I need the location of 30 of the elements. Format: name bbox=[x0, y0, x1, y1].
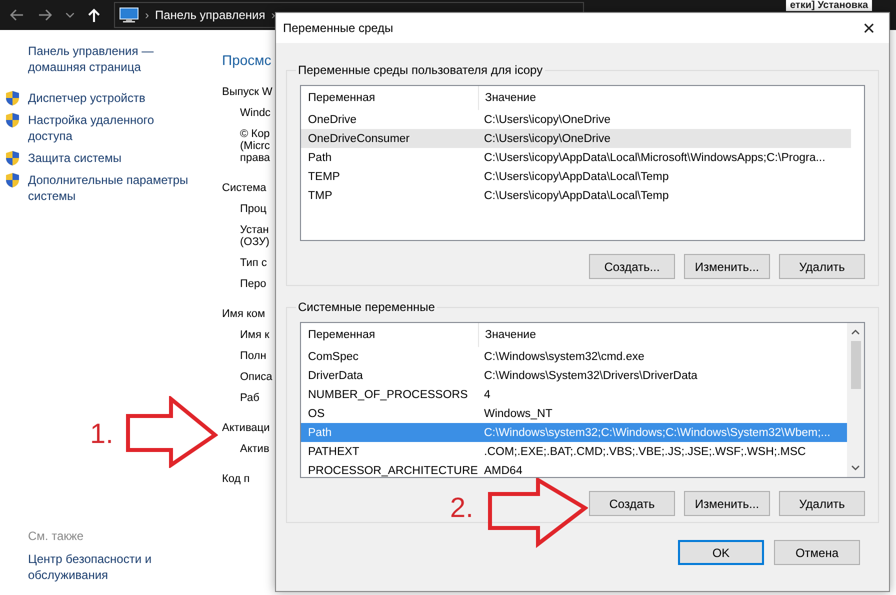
section-label: Активаци bbox=[222, 422, 271, 434]
section-label: Код п bbox=[222, 473, 251, 485]
section-label: Выпуск W bbox=[222, 86, 274, 98]
info-text: Проц bbox=[239, 203, 268, 215]
info-text: Раб bbox=[239, 392, 260, 404]
info-text: Актив bbox=[239, 443, 270, 455]
see-also-label: См. также bbox=[28, 529, 85, 543]
background-window-title: етки] Установка bbox=[786, 0, 872, 11]
step-number: 2. bbox=[450, 492, 474, 524]
info-text: Windc bbox=[239, 107, 272, 119]
group-label: Системные переменные bbox=[297, 300, 436, 314]
info-text: Имя к bbox=[239, 329, 270, 341]
info-text: Полн bbox=[239, 350, 268, 362]
group-label: Переменные среды пользователя для icopy bbox=[297, 63, 544, 77]
info-text: (ОЗУ) bbox=[239, 236, 270, 248]
address-text: Панель управления bbox=[155, 8, 266, 22]
step-number: 1. bbox=[90, 418, 114, 450]
info-text: © Кор bbox=[239, 128, 271, 140]
info-text: Перо bbox=[239, 278, 268, 290]
info-text: Тип с bbox=[239, 257, 268, 269]
info-text: (Micrс bbox=[239, 140, 271, 152]
chevron-icon: › bbox=[145, 8, 149, 22]
section-label: Имя ком bbox=[222, 308, 266, 320]
info-text: права bbox=[239, 152, 272, 164]
page-heading: Просмс bbox=[222, 52, 272, 68]
dialog-title: Переменные среды bbox=[283, 21, 394, 35]
info-text: Устан bbox=[239, 224, 270, 236]
chevron-icon: › bbox=[271, 8, 276, 22]
section-label: Система bbox=[222, 182, 268, 194]
info-text: Описа bbox=[239, 371, 274, 383]
